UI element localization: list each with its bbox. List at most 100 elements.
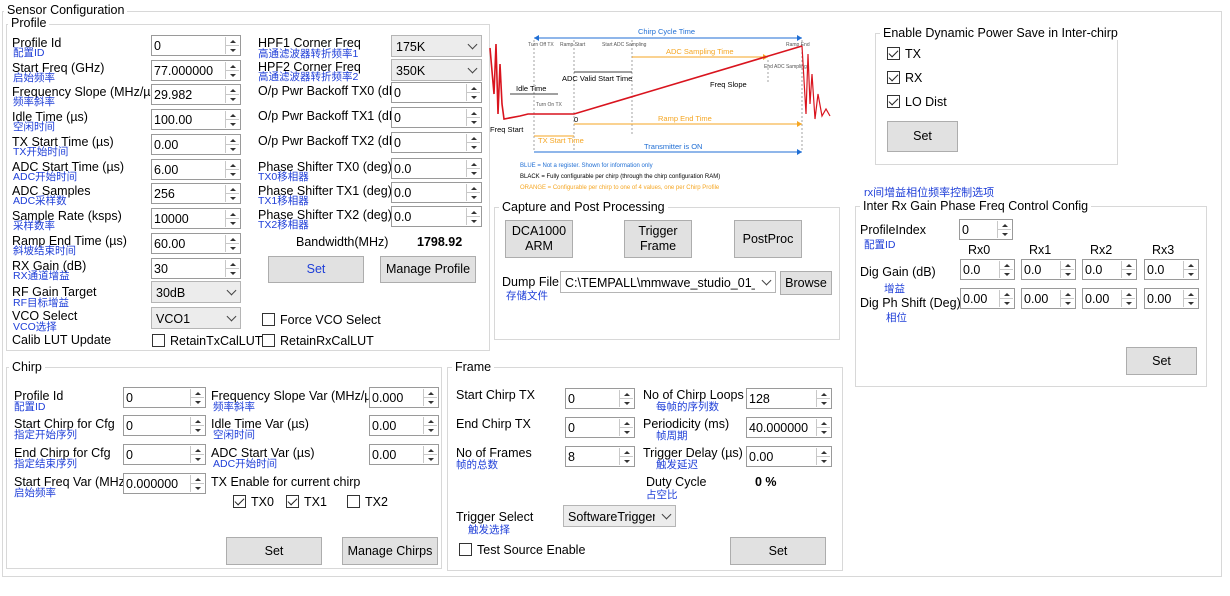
pwr-backoff-spinner[interactable]: 0 xyxy=(391,132,482,153)
chirp-field-spinner[interactable]: 0.000000 xyxy=(123,473,206,494)
dig-ph-spinner[interactable]: 0.00 xyxy=(1021,288,1076,309)
chirp-field-spinner[interactable]: 0 xyxy=(123,415,206,436)
spinner-arrows-icon[interactable] xyxy=(619,448,633,465)
frame-field-spinner[interactable]: 8 xyxy=(565,446,635,467)
chirp-field-spinner[interactable]: 0 xyxy=(123,387,206,408)
spinner-arrows-icon[interactable] xyxy=(225,86,239,103)
profile-field-spinner[interactable]: 29.982 xyxy=(151,84,241,105)
rxgain-set-button[interactable]: Set xyxy=(1126,347,1197,375)
chirp-set-button[interactable]: Set xyxy=(226,537,322,565)
frame-field-spinner[interactable]: 40.000000 xyxy=(746,417,832,438)
dig-ph-spinner[interactable]: 0.00 xyxy=(1144,288,1199,309)
spinner-arrows-icon[interactable] xyxy=(466,84,480,101)
power-lo-checkbox[interactable]: LO Dist xyxy=(887,95,947,109)
spinner-arrows-icon[interactable] xyxy=(1060,290,1074,307)
spinner-arrows-icon[interactable] xyxy=(225,185,239,202)
spinner-arrows-icon[interactable] xyxy=(619,419,633,436)
spinner-arrows-icon[interactable] xyxy=(423,417,437,434)
profile-field-spinner[interactable]: 256 xyxy=(151,183,241,204)
spinner-arrows-icon[interactable] xyxy=(225,37,239,54)
spinner-arrows-icon[interactable] xyxy=(1060,261,1074,278)
spinner-arrows-icon[interactable] xyxy=(466,160,480,177)
profile-field-spinner[interactable]: 0 xyxy=(151,35,241,56)
spinner-arrows-icon[interactable] xyxy=(816,390,830,407)
dig-gain-spinner[interactable]: 0.0 xyxy=(960,259,1015,280)
trigger-frame-button[interactable]: Trigger Frame xyxy=(624,220,692,258)
spinner-arrows-icon[interactable] xyxy=(225,210,239,227)
power-rx-checkbox[interactable]: RX xyxy=(887,71,922,85)
dig-gain-spinner[interactable]: 0.0 xyxy=(1082,259,1137,280)
frame-field-spinner[interactable]: 128 xyxy=(746,388,832,409)
phase-shifter-spinner[interactable]: 0.0 xyxy=(391,206,482,227)
dig-gain-spinner[interactable]: 0.0 xyxy=(1144,259,1199,280)
spinner-arrows-icon[interactable] xyxy=(1183,261,1197,278)
manage-chirps-button[interactable]: Manage Chirps xyxy=(342,537,438,565)
dig-ph-spinner[interactable]: 0.00 xyxy=(960,288,1015,309)
profile-field-spinner[interactable]: 0.00 xyxy=(151,134,241,155)
phase-shifter-spinner[interactable]: 0.0 xyxy=(391,182,482,203)
manage-profile-button[interactable]: Manage Profile xyxy=(380,256,476,283)
frame-set-button[interactable]: Set xyxy=(730,537,826,565)
dig-ph-spinner[interactable]: 0.00 xyxy=(1082,288,1137,309)
chirp-var-spinner[interactable]: 0.00 xyxy=(369,415,439,436)
browse-button[interactable]: Browse xyxy=(780,271,832,295)
spinner-arrows-icon[interactable] xyxy=(190,417,204,434)
chirp-var-spinner[interactable]: 0.000 xyxy=(369,387,439,408)
power-tx-checkbox[interactable]: TX xyxy=(887,47,921,61)
spinner-arrows-icon[interactable] xyxy=(423,446,437,463)
spinner-arrows-icon[interactable] xyxy=(1121,261,1135,278)
spinner-arrows-icon[interactable] xyxy=(466,109,480,126)
spinner-arrows-icon[interactable] xyxy=(999,290,1013,307)
spinner-arrows-icon[interactable] xyxy=(190,389,204,406)
profile-field-spinner[interactable]: 6.00 xyxy=(151,159,241,180)
spinner-arrows-icon[interactable] xyxy=(225,161,239,178)
spinner-arrows-icon[interactable] xyxy=(225,62,239,79)
dig-gain-spinner[interactable]: 0.0 xyxy=(1021,259,1076,280)
frame-field-spinner[interactable]: 0.00 xyxy=(746,446,832,467)
spinner-arrows-icon[interactable] xyxy=(619,390,633,407)
spinner-arrows-icon[interactable] xyxy=(423,389,437,406)
profile-set-button[interactable]: Set xyxy=(268,256,364,283)
frame-field-spinner[interactable]: 0 xyxy=(565,417,635,438)
spinner-arrows-icon[interactable] xyxy=(1121,290,1135,307)
profile-field-spinner[interactable]: 100.00 xyxy=(151,109,241,130)
trigger-select[interactable]: SoftwareTrigger xyxy=(563,505,676,527)
spinner-arrows-icon[interactable] xyxy=(999,261,1013,278)
spinner-arrows-icon[interactable] xyxy=(225,136,239,153)
spinner-arrows-icon[interactable] xyxy=(466,134,480,151)
chirp-var-spinner[interactable]: 0.00 xyxy=(369,444,439,465)
retain-rx-checkbox[interactable]: RetainRxCalLUT xyxy=(262,334,374,348)
frame-field-spinner[interactable]: 0 xyxy=(565,388,635,409)
profile-field-spinner[interactable]: 30 xyxy=(151,258,241,279)
test-source-checkbox[interactable]: Test Source Enable xyxy=(459,543,585,557)
spinner-arrows-icon[interactable] xyxy=(190,475,204,492)
retain-tx-checkbox[interactable]: RetainTxCalLUT xyxy=(152,334,262,348)
spinner-arrows-icon[interactable] xyxy=(225,111,239,128)
spinner-arrows-icon[interactable] xyxy=(190,446,204,463)
chirp-field-spinner[interactable]: 0 xyxy=(123,444,206,465)
postproc-button[interactable]: PostProc xyxy=(734,220,802,258)
chirp-tx1-checkbox[interactable]: TX1 xyxy=(286,495,327,509)
force-vco-checkbox[interactable]: Force VCO Select xyxy=(262,313,381,327)
profile-field-spinner[interactable]: 60.00 xyxy=(151,233,241,254)
chirp-tx2-checkbox[interactable]: TX2 xyxy=(347,495,388,509)
spinner-arrows-icon[interactable] xyxy=(466,184,480,201)
spinner-arrows-icon[interactable] xyxy=(1183,290,1197,307)
spinner-arrows-icon[interactable] xyxy=(466,208,480,225)
rf-gain-select[interactable]: 30dB xyxy=(151,281,241,303)
dca1000-arm-button[interactable]: DCA1000 ARM xyxy=(505,220,573,258)
vco-select[interactable]: VCO1 xyxy=(151,307,241,329)
pwr-backoff-spinner[interactable]: 0 xyxy=(391,107,482,128)
spinner-arrows-icon[interactable] xyxy=(225,235,239,252)
spinner-arrows-icon[interactable] xyxy=(816,448,830,465)
hpf2-select[interactable]: 350K xyxy=(391,59,482,81)
profile-field-spinner[interactable]: 10000 xyxy=(151,208,241,229)
pwr-backoff-spinner[interactable]: 0 xyxy=(391,82,482,103)
profile-field-spinner[interactable]: 77.000000 xyxy=(151,60,241,81)
phase-shifter-spinner[interactable]: 0.0 xyxy=(391,158,482,179)
profile-index-spinner[interactable]: 0 xyxy=(959,219,1013,240)
dump-file-select[interactable]: C:\TEMPALL\mmwave_studio_01_0( xyxy=(560,271,776,293)
power-set-button[interactable]: Set xyxy=(887,121,958,152)
hpf1-select[interactable]: 175K xyxy=(391,35,482,57)
spinner-arrows-icon[interactable] xyxy=(816,419,830,436)
